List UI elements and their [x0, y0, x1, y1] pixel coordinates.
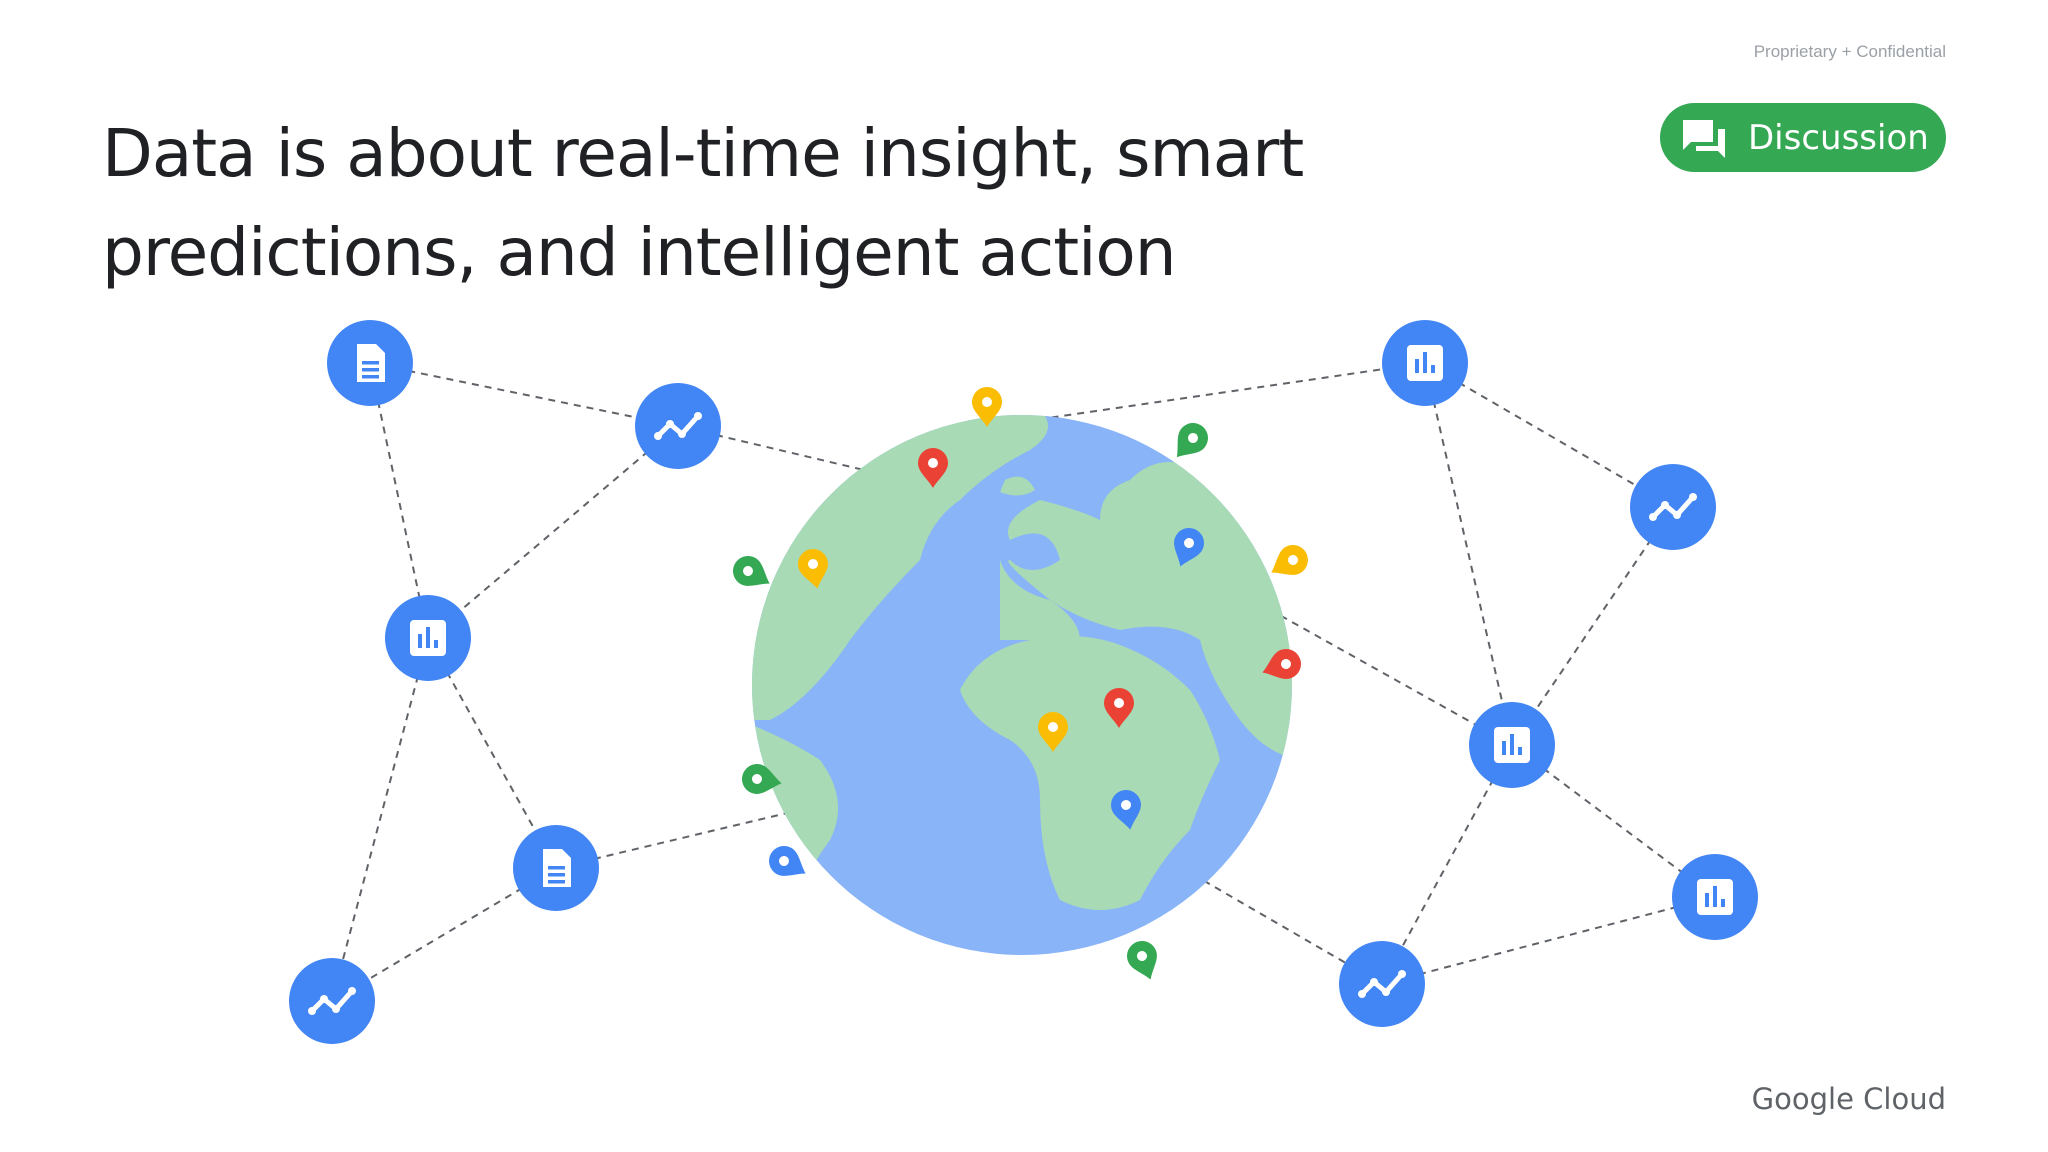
document-icon — [357, 344, 385, 382]
globe — [752, 415, 1292, 955]
trend-node — [635, 383, 721, 469]
bar-chart-node — [385, 595, 471, 681]
document-icon — [543, 849, 571, 887]
trend-node — [1630, 464, 1716, 550]
document-node — [327, 320, 413, 406]
yellow-pin — [1271, 545, 1308, 575]
google-cloud-logo: Google Cloud — [1751, 1082, 1946, 1116]
bar-chart-icon — [410, 620, 446, 656]
document-node — [513, 825, 599, 911]
network-illustration — [289, 320, 1758, 1044]
bar-chart-node — [1469, 702, 1555, 788]
bar-chart-icon — [1697, 879, 1733, 915]
bar-chart-icon — [1407, 345, 1443, 381]
bar-chart-icon — [1494, 727, 1530, 763]
blue-pin — [769, 846, 806, 876]
green-pin — [1176, 423, 1208, 458]
green-pin — [1127, 941, 1157, 980]
bar-chart-node — [1672, 854, 1758, 940]
trend-node — [1339, 941, 1425, 1027]
trend-node — [289, 958, 375, 1044]
bar-chart-node — [1382, 320, 1468, 406]
